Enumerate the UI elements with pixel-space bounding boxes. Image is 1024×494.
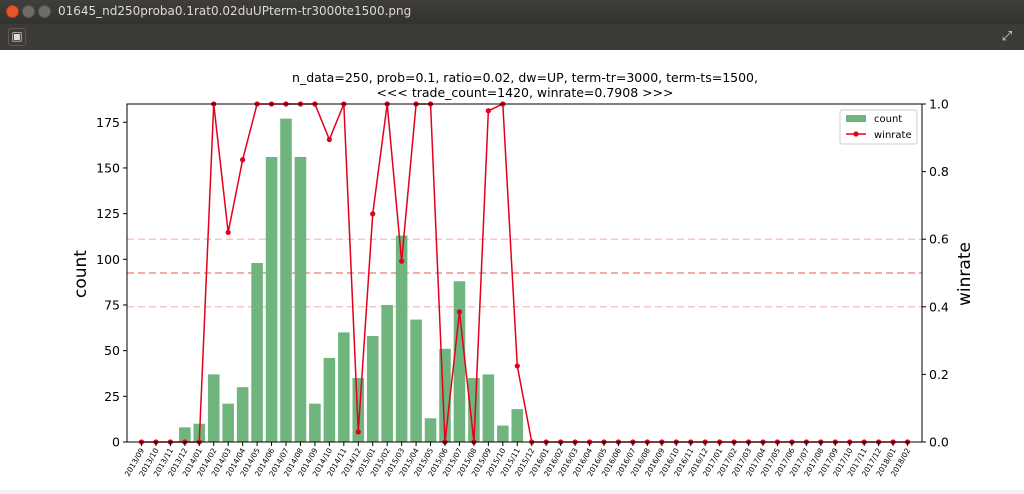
y2-axis-label: winrate	[955, 242, 975, 306]
winrate-point	[240, 157, 246, 163]
bar	[294, 156, 307, 443]
y2-tick-label: 0.2	[929, 367, 949, 382]
maximize-icon[interactable]	[38, 5, 51, 18]
chart: n_data=250, prob=0.1, ratio=0.02, dw=UP,…	[71, 70, 975, 478]
y-tick-label: 125	[96, 206, 120, 221]
y2-tick-label: 0.0	[929, 435, 949, 450]
chart-title: n_data=250, prob=0.1, ratio=0.02, dw=UP,…	[292, 70, 758, 85]
bar	[366, 336, 379, 442]
bar	[482, 374, 495, 442]
y-tick-label: 175	[96, 115, 120, 130]
chart-subtitle: <<< trade_count=1420, winrate=0.7908 >>>	[376, 85, 673, 100]
winrate-point	[370, 211, 376, 217]
y2-tick-label: 1.0	[929, 97, 949, 112]
y2-tick-label: 0.6	[929, 232, 949, 247]
toolbar: ▣ ⤢	[0, 24, 1024, 50]
y2-tick-label: 0.4	[929, 299, 949, 314]
bar	[453, 281, 466, 442]
y-tick-label: 75	[104, 297, 120, 312]
legend-winrate-marker	[853, 131, 859, 137]
bar	[497, 425, 509, 442]
bar	[395, 235, 408, 442]
bar	[236, 387, 249, 442]
bar	[338, 332, 350, 442]
winrate-point	[399, 258, 405, 264]
y-tick-label: 100	[96, 252, 120, 267]
y-tick-label: 150	[96, 160, 120, 175]
bar	[410, 319, 422, 442]
bar	[222, 403, 234, 442]
add-icon[interactable]: ▣	[8, 28, 26, 46]
legend-count-swatch	[846, 115, 866, 122]
legend: count winrate	[839, 109, 918, 145]
y2-tick-label: 0.8	[929, 164, 949, 179]
bar	[280, 118, 292, 443]
image-canvas: n_data=250, prob=0.1, ratio=0.02, dw=UP,…	[0, 50, 1024, 490]
legend-count-label: count	[874, 114, 902, 125]
winrate-point	[355, 429, 361, 435]
winrate-point	[326, 136, 332, 143]
bar	[424, 418, 437, 442]
y-axis-label: count	[71, 250, 91, 298]
close-icon[interactable]	[6, 5, 19, 18]
bar	[207, 374, 220, 442]
legend-winrate-label: winrate	[874, 130, 912, 141]
winrate-point	[485, 108, 491, 114]
window-titlebar: 01645_nd250proba0.1rat0.02duUPterm-tr300…	[0, 0, 1024, 24]
winrate-point	[456, 309, 463, 315]
y-tick-label: 0	[112, 435, 120, 450]
window-title: 01645_nd250proba0.1rat0.02duUPterm-tr300…	[58, 4, 412, 18]
bar	[309, 403, 321, 442]
winrate-point	[514, 363, 520, 369]
y-tick-label: 50	[104, 343, 120, 358]
bar	[251, 262, 263, 442]
fullscreen-icon[interactable]: ⤢	[998, 28, 1016, 46]
y-tick-label: 25	[104, 389, 120, 404]
bar	[381, 304, 393, 442]
minimize-icon[interactable]	[22, 5, 35, 18]
bar	[323, 357, 336, 442]
bar	[511, 409, 524, 442]
bar	[265, 156, 278, 443]
winrate-point	[225, 229, 231, 236]
